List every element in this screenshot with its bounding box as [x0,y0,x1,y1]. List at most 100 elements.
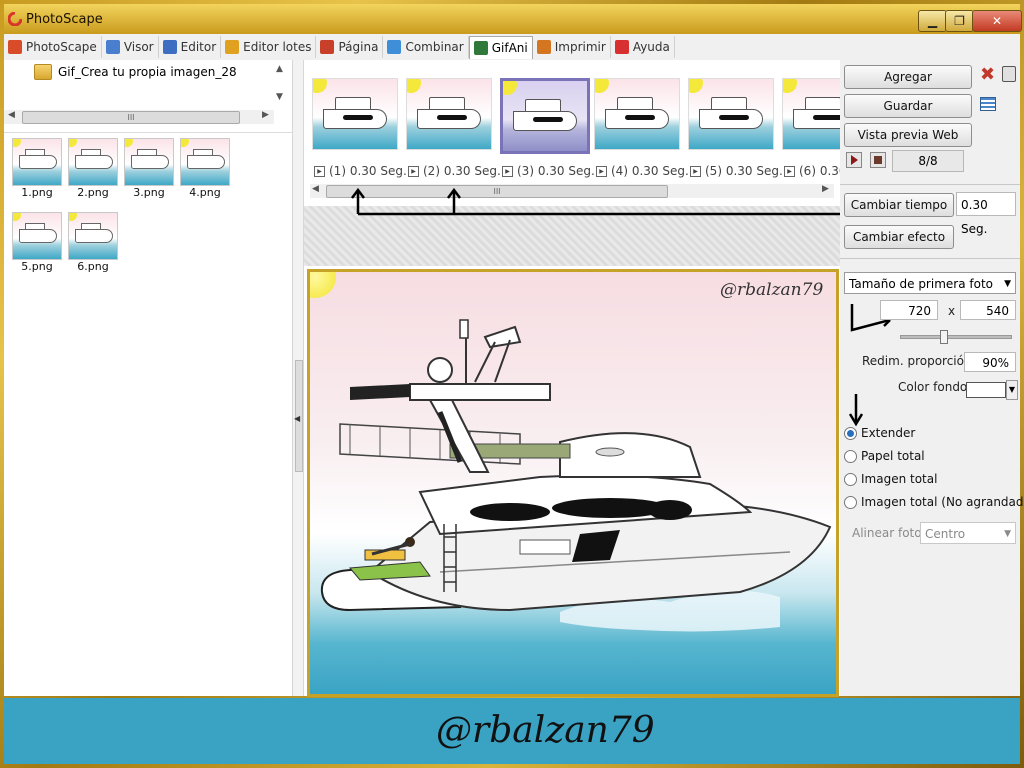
size-mode-select[interactable]: Tamaño de primera foto ▼ [844,272,1016,294]
option-radio[interactable]: Papel total [844,449,925,463]
tree-folder-item[interactable]: Gif_Crea tu propia imagen_28 [34,64,237,80]
file-thumbnail[interactable]: 4.png [180,138,230,199]
scroll-right-arrow-icon[interactable]: ▶ [262,110,269,120]
tab-combinar[interactable]: Combinar [383,36,469,58]
photoscape-icon [8,12,22,26]
frame-thumbnail[interactable] [594,78,680,150]
file-thumbnail[interactable]: 1.png [12,138,62,199]
tab-imprimir[interactable]: Imprimir [533,36,611,58]
right-panel: Agregar ✖ Guardar Vista previa Web 8/8 C… [840,60,1024,696]
file-thumbnail[interactable]: 5.png [12,212,62,273]
title-bar: PhotoScape ▁ ❐ ✕ [4,4,1022,34]
frame-play-icon: ▶ [690,165,701,177]
scroll-up-arrow-icon[interactable]: ▲ [276,64,283,74]
tab-label: Editor lotes [243,40,312,54]
tab-visor[interactable]: Visor [102,36,159,58]
guardar-button[interactable]: Guardar [844,94,972,118]
cambiar-tiempo-button[interactable]: Cambiar tiempo [844,193,954,217]
app-client: Gif_Crea tu propia imagen_28 ▲ ▼ ◀ III ▶… [4,60,1024,697]
scroll-left-arrow-icon[interactable]: ◀ [312,184,319,194]
option-radio[interactable]: Imagen total [844,472,937,486]
frame-label[interactable]: ▶ (4) 0.30 Seg. [596,164,689,178]
thumbnail-image [12,138,62,186]
frame-label[interactable]: ▶ (3) 0.30 Seg. [502,164,595,178]
collapse-arrow-icon[interactable]: ◀ [294,414,300,423]
redim-field[interactable]: 90% [964,352,1016,372]
frame-thumbnail[interactable] [688,78,774,150]
file-thumbnail[interactable]: 3.png [124,138,174,199]
trash-icon[interactable] [1002,66,1016,82]
cambiar-efecto-button[interactable]: Cambiar efecto [844,225,954,249]
delete-icon[interactable]: ✖ [980,64,995,85]
tab-label: Visor [123,40,154,54]
tiempo-field[interactable]: 0.30 Seg. [956,192,1016,236]
file-thumbnail[interactable]: 6.png [68,212,118,273]
panel-splitter[interactable]: ◀ [292,60,304,696]
size-slider[interactable] [900,335,1012,339]
tab-página[interactable]: Página [316,36,384,58]
frame-label[interactable]: ▶ (5) 0.30 Seg. [690,164,783,178]
width-field[interactable]: 720 [880,300,938,320]
option-radio[interactable]: Extender [844,426,915,440]
height-field[interactable]: 540 [960,300,1016,320]
close-button[interactable]: ✕ [972,10,1022,32]
frame-duration: (1) 0.30 Seg. [329,164,407,178]
color-dropdown[interactable]: ▼ [1006,380,1018,400]
minimize-button[interactable]: ▁ [918,10,947,32]
thumbnail-image [68,138,118,186]
down-arrow-icon [848,394,864,427]
tab-label: Combinar [405,40,464,54]
maximize-button[interactable]: ❐ [945,10,974,32]
file-name: 4.png [189,186,221,199]
agregar-button[interactable]: Agregar [844,65,972,89]
frame-thumbnail[interactable] [406,78,492,150]
scroll-left-arrow-icon[interactable]: ◀ [8,110,15,120]
tab-editor[interactable]: Editor [159,36,222,58]
frame-duration: (2) 0.30 Seg. [423,164,501,178]
file-name: 5.png [21,260,53,273]
frame-play-icon: ▶ [408,165,419,177]
tab-icon [225,40,240,54]
thumbnail-image [124,138,174,186]
scroll-thumb[interactable]: III [22,111,240,124]
option-radio[interactable]: Imagen total (No agrandada) [844,495,1024,509]
footer-credit: @rbalzan79 [436,710,655,751]
frame-label[interactable]: ▶ (1) 0.30 Seg. [314,164,407,178]
frame-play-icon: ▶ [784,165,795,177]
stop-icon [874,156,882,164]
file-name: 6.png [77,260,109,273]
thumbnail-image [12,212,62,260]
tab-icon [320,40,335,54]
file-thumbnail[interactable]: 2.png [68,138,118,199]
stop-button[interactable] [870,152,886,168]
size-slider-knob[interactable] [940,330,948,344]
tab-icon [536,40,551,54]
divider [840,258,1020,259]
tab-gifani[interactable]: GifAni [468,35,533,59]
scroll-down-arrow-icon[interactable]: ▼ [276,92,283,102]
size-mode-value: Tamaño de primera foto [849,277,993,291]
tree-horizontal-scrollbar[interactable]: ◀ III ▶ [4,110,274,124]
folder-icon [34,64,52,80]
tab-editor-lotes[interactable]: Editor lotes [221,36,317,58]
thumbnail-image [180,138,230,186]
play-icon [851,155,858,165]
tab-photoscape[interactable]: PhotoScape [4,36,102,58]
color-swatch[interactable] [966,382,1006,398]
tab-label: PhotoScape [26,40,97,54]
color-fondo-label: Color fondo [898,380,968,394]
frame-label[interactable]: ▶ (2) 0.30 Seg. [408,164,501,178]
tab-ayuda[interactable]: Ayuda [611,36,675,58]
frame-thumbnail[interactable] [312,78,398,150]
vista-previa-button[interactable]: Vista previa Web [844,123,972,147]
alinear-select[interactable]: Centro ▼ [920,522,1016,544]
file-name: 3.png [133,186,165,199]
list-icon[interactable] [980,97,996,111]
play-button[interactable] [846,152,862,168]
radio-button-icon [844,449,857,463]
frame-duration: (5) 0.30 Seg. [705,164,783,178]
option-label: Imagen total [861,472,938,486]
frame-thumbnail[interactable] [500,78,590,154]
thumbnail-image [68,212,118,260]
footer-band: @rbalzan79 [4,698,1020,764]
